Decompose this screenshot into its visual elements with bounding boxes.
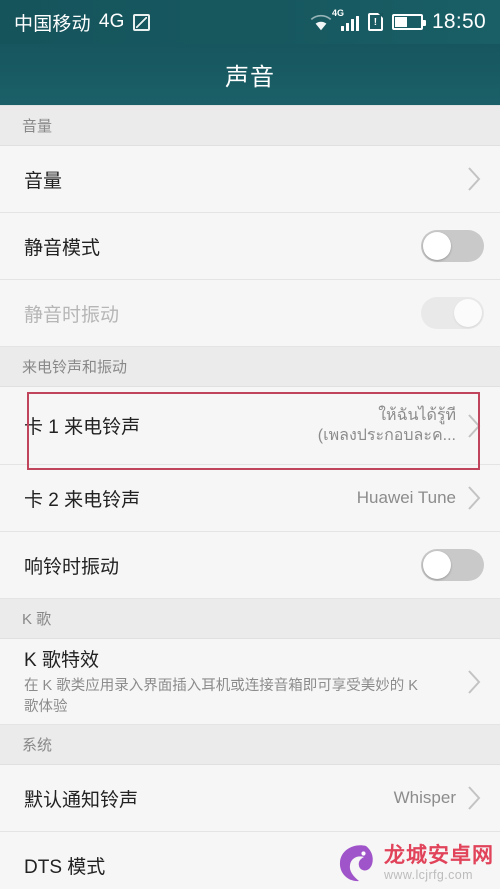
signal-network-label: 4G — [331, 8, 344, 18]
toggle-vibrate-on-ring[interactable] — [421, 549, 484, 581]
phone-screen: 中国移动 4G 4G 18:50 声音 音量 — [0, 0, 500, 889]
row-volume[interactable]: 音量 — [0, 146, 500, 213]
row-karaoke-effects-sublabel: 在 K 歌类应用录入界面插入耳机或连接音箱即可享受美妙的 K 歌体验 — [24, 677, 418, 715]
row-vibrate-in-silent-label: 静音时振动 — [24, 304, 120, 326]
status-bar: 中国移动 4G 4G 18:50 — [0, 0, 500, 44]
clock-time: 18:50 — [431, 10, 486, 33]
row-default-notification-tone[interactable]: 默认通知铃声 Whisper — [0, 765, 500, 832]
row-sim2-ringtone[interactable]: 卡 2 来电铃声 Huawei Tune — [0, 465, 500, 532]
toggle-silent-mode[interactable] — [421, 230, 484, 262]
chevron-right-icon — [464, 669, 484, 695]
row-karaoke-effects-labels: K 歌特效 在 K 歌类应用录入界面插入耳机或连接音箱即可享受美妙的 K 歌体验 — [24, 645, 462, 718]
row-sim1-ringtone-labels: 卡 1 来电铃声 — [24, 412, 318, 439]
row-sim1-ringtone[interactable]: 卡 1 来电铃声 ให้ฉันได้รู้ที (เพลงประกอบละค..… — [0, 387, 500, 465]
dragon-logo-icon — [333, 841, 379, 885]
row-vibrate-in-silent-labels: 静音时振动 — [24, 300, 413, 327]
toggle-knob — [423, 551, 451, 579]
section-header-ringtone: 来电铃声和振动 — [0, 347, 500, 387]
row-sim2-ringtone-labels: 卡 2 来电铃声 — [24, 485, 357, 512]
status-bar-left: 中国移动 4G — [14, 9, 150, 36]
row-vibrate-on-ring[interactable]: 响铃时振动 — [0, 532, 500, 599]
toggle-knob — [423, 232, 451, 260]
network-type: 4G — [98, 11, 125, 32]
chevron-right-icon — [464, 485, 484, 511]
status-bar-right: 4G 18:50 — [310, 9, 486, 34]
chevron-right-icon — [464, 166, 484, 192]
row-default-notification-tone-label: 默认通知铃声 — [24, 789, 139, 811]
settings-list[interactable]: 音量 音量 静音模式 静音时振动 来电铃声和振动 卡 1 来电铃声 ให้ฉัน… — [0, 106, 500, 889]
watermark-text: 龙城安卓网 www.lcjrfg.com — [384, 845, 494, 882]
row-sim2-ringtone-value: Huawei Tune — [356, 488, 456, 507]
row-karaoke-effects[interactable]: K 歌特效 在 K 歌类应用录入界面插入耳机或连接音箱即可享受美妙的 K 歌体验 — [0, 639, 500, 725]
row-sim2-ringtone-label: 卡 2 来电铃声 — [24, 489, 141, 511]
row-vibrate-on-ring-label: 响铃时振动 — [24, 556, 120, 578]
signal-bars-icon: 4G — [332, 9, 359, 31]
toggle-vibrate-in-silent — [421, 297, 484, 329]
page-title: 声音 — [225, 64, 275, 91]
row-volume-labels: 音量 — [24, 166, 462, 193]
app-title-bar: 声音 — [0, 44, 500, 106]
row-silent-mode[interactable]: 静音模式 — [0, 213, 500, 280]
watermark-url: www.lcjrfg.com — [384, 867, 473, 882]
row-silent-mode-label: 静音模式 — [24, 237, 101, 259]
row-default-notification-tone-value: Whisper — [393, 788, 456, 807]
chevron-right-icon — [464, 413, 484, 439]
row-sim1-ringtone-value-line2: (เพลงประกอบละค... — [317, 426, 456, 444]
row-sim1-ringtone-value: ให้ฉันได้รู้ที (เพลงประกอบละค... — [318, 406, 456, 445]
sim-card-alert-icon — [367, 13, 383, 31]
row-default-notification-tone-labels: 默认通知铃声 — [24, 785, 394, 812]
chevron-right-icon — [464, 785, 484, 811]
toggle-knob — [454, 299, 482, 327]
section-header-karaoke: K 歌 — [0, 599, 500, 639]
row-sim1-ringtone-label: 卡 1 来电铃声 — [24, 417, 141, 438]
row-sim1-ringtone-value-line1: ให้ฉันได้รู้ที — [378, 406, 456, 424]
section-header-volume: 音量 — [0, 106, 500, 146]
carrier-name: 中国移动 — [14, 13, 91, 35]
row-vibrate-on-ring-labels: 响铃时振动 — [24, 552, 413, 579]
row-volume-label: 音量 — [24, 170, 63, 192]
site-watermark: 龙城安卓网 www.lcjrfg.com — [333, 841, 494, 885]
hd-call-icon — [132, 13, 150, 31]
battery-icon — [391, 14, 426, 30]
section-header-system: 系统 — [0, 725, 500, 765]
row-karaoke-effects-label: K 歌特效 — [24, 649, 99, 671]
row-silent-mode-labels: 静音模式 — [24, 233, 413, 260]
watermark-site-name: 龙城安卓网 — [384, 843, 494, 867]
wifi-icon — [310, 14, 332, 31]
row-vibrate-in-silent: 静音时振动 — [0, 280, 500, 347]
